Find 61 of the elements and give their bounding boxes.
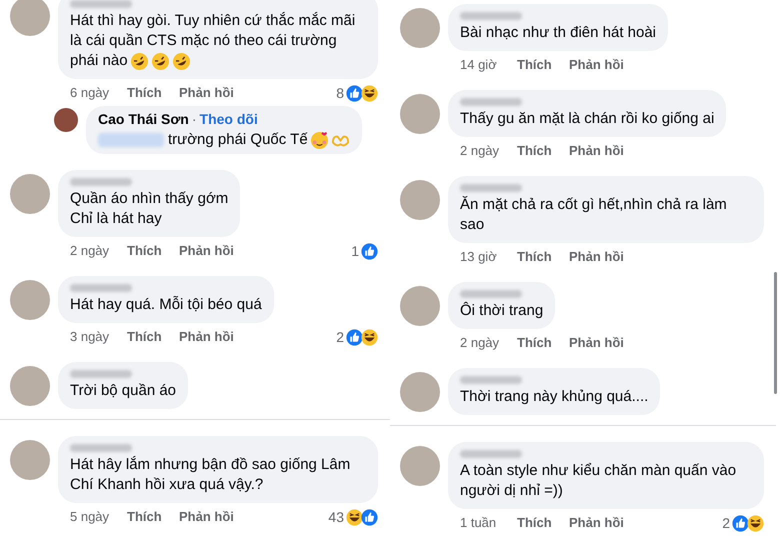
blurred-name	[70, 444, 132, 452]
like-link[interactable]: Thích	[517, 55, 569, 75]
reply-link[interactable]: Phản hồi	[179, 83, 234, 103]
comment-text: Bài nhạc như th điên hát hoài	[460, 23, 656, 43]
comment-text: Trời bộ quần áo	[70, 381, 176, 401]
comment-text: Ôi thời trang	[460, 301, 544, 321]
blurred-name	[460, 450, 522, 458]
comment-time: 2 ngày	[70, 242, 110, 260]
scrollbar-thumb[interactable]	[774, 272, 777, 394]
comment-text: Thời trang này khủng quá....	[460, 387, 648, 407]
blurred-name	[460, 98, 522, 106]
reply-link[interactable]: Phản hồi	[569, 141, 624, 161]
reply-text: trường phái Quốc Tế	[168, 130, 308, 150]
blurred-name	[70, 0, 132, 8]
comment-time: 14 giờ	[460, 56, 498, 74]
like-link[interactable]: Thích	[127, 507, 179, 527]
comment-text: Hát hây lắm nhưng bận đồ sao giống Lâm Chí Khanh hồi xưa quá vậy.?	[70, 455, 352, 495]
reply-link[interactable]: Phản hồi	[179, 507, 234, 527]
comment-time: 2 ngày	[460, 334, 500, 352]
reaction-count: 2	[722, 514, 730, 532]
like-link[interactable]: Thích	[517, 141, 569, 161]
like-link[interactable]: Thích	[127, 83, 179, 103]
blurred-name	[460, 376, 522, 384]
reply-link[interactable]: Phản hồi	[569, 55, 624, 75]
comment-time: 6 ngày	[70, 84, 110, 102]
comment-text: Quần áo nhìn thấy gớm Chỉ là hát hay	[70, 189, 228, 229]
blurred-name	[460, 184, 522, 192]
reply-link[interactable]: Phản hồi	[569, 513, 624, 533]
reaction-count: 43	[328, 508, 344, 526]
avatar[interactable]	[54, 108, 78, 132]
reply-link[interactable]: Phản hồi	[569, 333, 624, 353]
comment-time: 13 giờ	[460, 248, 498, 266]
comment-text: Thấy gu ăn mặt là chán rồi ko giống ai	[460, 109, 714, 129]
blurred-name	[460, 12, 522, 20]
comment-text: A toàn style như kiểu chăn màn quấn vào người dị nhỉ =))	[460, 461, 738, 501]
author-name[interactable]: Cao Thái Sơn	[98, 110, 189, 128]
separator-dot: ·	[192, 110, 197, 128]
comment-text: Hát hay quá. Mỗi tội béo quá	[70, 295, 262, 315]
like-link[interactable]: Thích	[127, 241, 179, 261]
like-link[interactable]: Thích	[517, 247, 569, 267]
reaction-count: 8	[336, 84, 344, 102]
comment-time: 5 ngày	[70, 508, 110, 526]
comment-time: 1 tuần	[460, 514, 498, 532]
blurred-name	[70, 178, 132, 186]
comment-time: 3 ngày	[70, 328, 110, 346]
blurred-name	[70, 284, 132, 292]
blurred-name	[70, 370, 132, 378]
comment-time: 2 ngày	[460, 142, 500, 160]
comment-text: Ăn mặt chả ra cốt gì hết,nhìn chả ra làm sao	[460, 195, 728, 235]
reaction-count: 1	[351, 242, 359, 260]
blurred-mention[interactable]	[98, 133, 164, 147]
like-link[interactable]: Thích	[517, 513, 569, 533]
comment-text: Hát thì hay gòi. Tuy nhiên cứ thắc mắc mãi là cái quần CTS mặc nó theo cái trường phái nào	[70, 11, 356, 71]
reply-link[interactable]: Phản hồi	[179, 241, 234, 261]
like-link[interactable]: Thích	[517, 333, 569, 353]
blurred-name	[460, 290, 522, 298]
like-link[interactable]: Thích	[127, 327, 179, 347]
reaction-count: 2	[336, 328, 344, 346]
reply-link[interactable]: Phản hồi	[569, 247, 624, 267]
follow-link[interactable]: Theo dõi	[200, 110, 258, 128]
reply-link[interactable]: Phản hồi	[179, 327, 234, 347]
